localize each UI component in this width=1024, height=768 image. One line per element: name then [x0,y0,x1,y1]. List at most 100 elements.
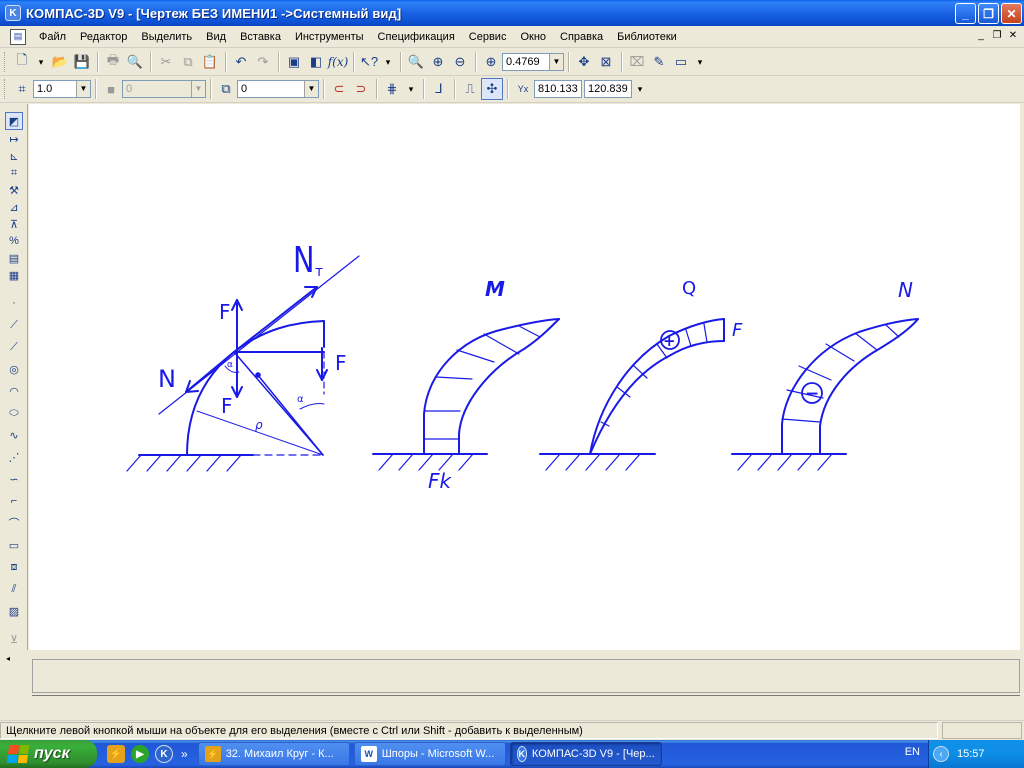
drawing-canvas[interactable]: N т F F F N α α ρ M Q F N Fk + − [29,104,1020,650]
fillet-tool-icon[interactable]: ⌒ [5,514,23,532]
open-folder-icon[interactable]: 📂 [49,51,71,73]
close-button[interactable]: ✕ [1001,3,1022,24]
toolbar-grip[interactable] [4,52,7,72]
help-pointer-icon[interactable]: ↖? [358,51,380,73]
coord-x-field[interactable]: 810.133 [534,80,582,98]
parametrization-icon[interactable]: ⚒ [5,181,23,199]
spec-icon[interactable]: % [5,232,23,250]
regenerate-icon[interactable]: ✎ [648,51,670,73]
doc-close-button[interactable]: ✕ [1006,30,1020,42]
title-bar[interactable]: K КОМПАС-3D V9 - [Чертеж БЕЗ ИМЕНИ1 ->Си… [0,0,1024,26]
undo-icon[interactable]: ↶ [230,51,252,73]
paste-icon[interactable]: 📋 [199,51,221,73]
doc-minimize-button[interactable]: _ [974,30,988,42]
menu-file[interactable]: Файл [32,26,73,48]
arc-tool-icon[interactable]: ◠ [5,382,23,400]
manager-icon[interactable]: ▣ [283,51,305,73]
menu-editor[interactable]: Редактор [73,26,134,48]
display-icon[interactable]: ▭ [670,51,692,73]
grid-dropdown-icon[interactable]: ▾ [403,78,419,100]
layer-icon[interactable]: ⧉ [215,78,237,100]
dimensions-panel-icon[interactable]: ↦ [5,130,23,148]
chevron-down-icon[interactable]: ▼ [549,54,563,70]
task-word[interactable]: W Шпоры - Microsoft W... [353,742,506,766]
polyline-tool-icon[interactable]: ⋰ [5,448,23,466]
zoom-scale-icon[interactable]: ⊕ [480,51,502,73]
print-icon[interactable]: 🖶 [102,51,124,73]
equidistant-tool-icon[interactable]: ⫽ [5,580,23,598]
properties-icon[interactable]: ⌧ [626,51,648,73]
doc-restore-button[interactable]: ❐ [990,30,1004,42]
zoom-window-icon[interactable]: 🔍 [405,51,427,73]
media-player-icon[interactable]: ▶ [131,745,149,763]
select-panel-icon[interactable]: ⊼ [5,215,23,233]
segment-tool-icon[interactable]: ⟋ [5,338,23,356]
zoom-out-icon[interactable]: ⊖ [449,51,471,73]
show-all-icon[interactable]: ⊠ [595,51,617,73]
circle-tool-icon[interactable]: ◎ [5,360,23,378]
quick-launch-more[interactable]: » [181,747,188,761]
measure-icon[interactable]: ⊿ [5,198,23,216]
zoom-scale-field[interactable]: 0.4769 ▼ [502,53,564,71]
tray-expand-icon[interactable]: ‹ [933,746,949,762]
coords-dropdown-icon[interactable]: ▾ [632,78,648,100]
chevron-down-icon[interactable]: ▼ [191,81,205,97]
library-icon[interactable]: ◧ [305,51,327,73]
spline-tool-icon[interactable]: ∿ [5,426,23,444]
local-snap-icon[interactable]: ⊃ [350,78,372,100]
menu-tools[interactable]: Инструменты [288,26,371,48]
auxline-tool-icon[interactable]: ⟋ [5,316,23,334]
round-icon[interactable]: ✣ [481,78,503,100]
table-icon[interactable]: ▦ [5,266,23,284]
new-dropdown-icon[interactable]: ▾ [33,51,49,73]
menu-help[interactable]: Справка [553,26,610,48]
ortho-icon[interactable]: ⎍ [459,78,481,100]
menu-window[interactable]: Окно [513,26,553,48]
minimize-button[interactable]: _ [955,3,976,24]
new-document-icon[interactable]: 🗋 [11,51,33,73]
contour-tool-icon[interactable]: ⧈ [5,558,23,576]
kompas-app-icon[interactable]: K [5,5,21,21]
chevron-down-icon[interactable]: ▼ [304,81,318,97]
collect-icon[interactable]: ⊻ [5,630,23,648]
edit-panel-icon[interactable]: ⌗ [5,164,23,182]
grid-icon[interactable]: ⋕ [381,78,403,100]
view-state-icon[interactable]: ■ [100,78,122,100]
save-icon[interactable]: 💾 [71,51,93,73]
coord-y-field[interactable]: 120.839 [584,80,632,98]
menu-insert[interactable]: Вставка [233,26,288,48]
toolbar-grip[interactable] [4,79,7,99]
menu-libraries[interactable]: Библиотеки [610,26,684,48]
start-button[interactable]: пуск [0,740,97,768]
panel-collapse-icon[interactable]: ◂ [6,654,10,663]
redo-icon[interactable]: ↷ [252,51,274,73]
cursor-step-field[interactable]: 1.0 ▼ [33,80,91,98]
winamp-icon[interactable]: ⚡ [107,745,125,763]
snap-step-icon[interactable]: ⌗ [11,78,33,100]
menu-view[interactable]: Вид [199,26,233,48]
maximize-button[interactable]: ❐ [978,3,999,24]
report-icon[interactable]: ▤ [5,249,23,267]
help-dropdown-icon[interactable]: ▾ [380,51,396,73]
task-kompas[interactable]: K КОМПАС-3D V9 - [Чер... [509,742,662,766]
properties-panel-body[interactable] [32,659,1020,693]
chamfer-tool-icon[interactable]: ⌐ [5,492,23,510]
local-cs-icon[interactable]: ⅃ [428,78,450,100]
language-indicator[interactable]: EN [905,746,920,758]
cut-icon[interactable]: ✂ [155,51,177,73]
pan-icon[interactable]: ✥ [573,51,595,73]
magnet-icon[interactable]: ⊂ [328,78,350,100]
task-music[interactable]: ⚡ 32. Михаил Круг - К... [197,742,350,766]
view-field[interactable]: 0 ▼ [122,80,206,98]
menu-service[interactable]: Сервис [462,26,514,48]
symbols-panel-icon[interactable]: ⊾ [5,147,23,165]
zoom-in-icon[interactable]: ⊕ [427,51,449,73]
geometry-panel-icon[interactable]: ◩ [5,112,23,130]
ellipse-tool-icon[interactable]: ⬭ [5,404,23,422]
chevron-down-icon[interactable]: ▼ [76,81,90,97]
layer-field[interactable]: 0 ▼ [237,80,319,98]
variables-fx-icon[interactable]: f(x) [327,51,349,73]
bezier-tool-icon[interactable]: ∽ [5,470,23,488]
clock[interactable]: 15:57 [957,748,985,760]
document-icon[interactable]: ▤ [10,28,26,45]
